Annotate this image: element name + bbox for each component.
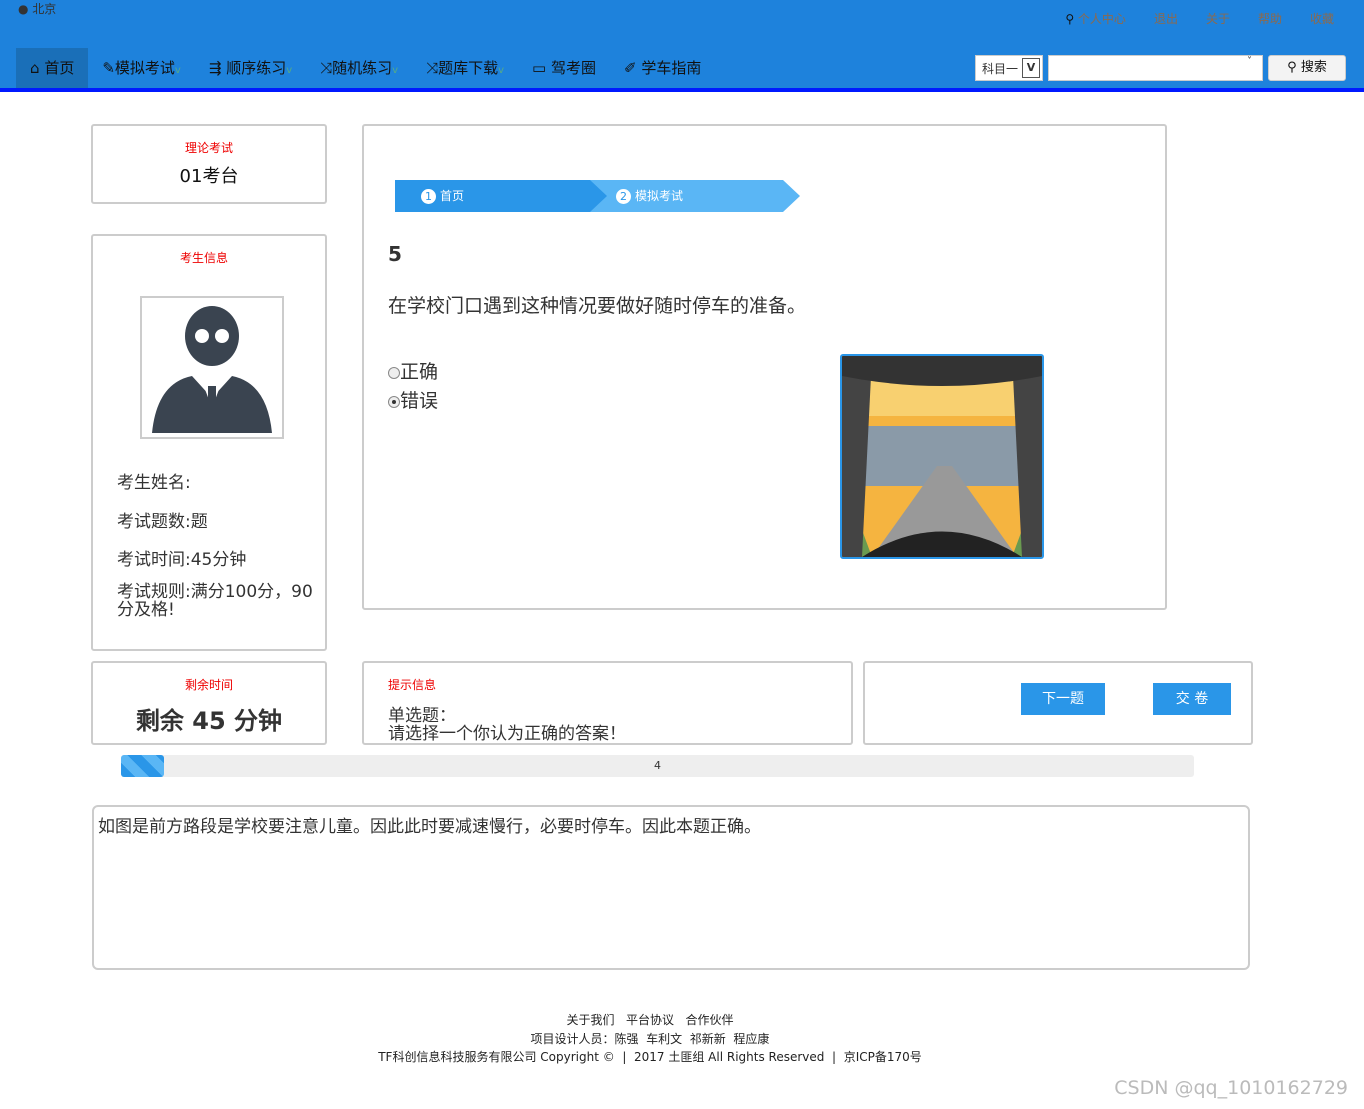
nav-label: 顺序练习 <box>226 59 287 77</box>
option-correct[interactable]: 正确 <box>388 357 438 384</box>
hint-title: 提示信息 <box>388 678 437 692</box>
nav-guide[interactable]: ✐ 学车指南 <box>610 48 715 88</box>
nav-label: 题库下载 <box>438 59 499 77</box>
leaf-icon: ✐ <box>624 59 637 77</box>
student-info-panel: 考生信息 考生姓名: 考试题数:题 考试时间:45分钟 考试规则:满分100分，… <box>91 234 327 651</box>
user-center-link[interactable]: ⚲ 个人中心 <box>1065 10 1126 27</box>
next-question-button[interactable]: 下一题 <box>1021 683 1105 715</box>
question-text: 在学校门口遇到这种情况要做好随时停车的准备。 <box>388 295 807 317</box>
shuffle-icon: ⤨ <box>320 59 333 77</box>
sort-icon: ⇶ <box>208 59 222 77</box>
explanation-textarea[interactable]: 如图是前方路段是学校要注意儿童。因此此时要减速慢行，必要时停车。因此本题正确。 <box>92 805 1250 970</box>
platform-agreement-link[interactable]: 平台协议 <box>626 1013 674 1027</box>
footer-designers: 项目设计人员：陈强 车利文 祁新新 程应康 <box>530 1032 770 1046</box>
footer-copyright: TF科创信息科技服务有限公司 Copyright © | 2017 土匪组 Al… <box>378 1050 922 1064</box>
help-link[interactable]: 帮助 <box>1258 10 1282 27</box>
option-label: 正确 <box>400 361 439 383</box>
subject-value: 科目一 <box>982 62 1019 76</box>
watermark: CSDN @qq_1010162729 <box>1114 1077 1348 1099</box>
nav-random[interactable]: ⤨随机练习v <box>306 48 412 88</box>
nav-label: 随机练习 <box>332 59 393 77</box>
timer-panel: 剩余时间 剩余 45 分钟 <box>91 661 327 745</box>
exam-type-label: 理论考试 <box>184 141 233 155</box>
question-image <box>840 354 1044 559</box>
pencil-icon: ✎ <box>102 59 115 77</box>
step-label: 模拟考试 <box>635 189 684 203</box>
nav-label: 首页 <box>44 59 75 77</box>
step-label: 首页 <box>440 189 465 203</box>
chevron-down-icon: v <box>174 65 181 76</box>
question-count: 考试题数:题 <box>117 512 208 532</box>
nav-sequential[interactable]: ⇶ 顺序练习v <box>195 48 306 88</box>
progress-label: 4 <box>654 759 661 772</box>
user-center-label: 个人中心 <box>1077 12 1126 26</box>
location-label: 北京 <box>32 2 57 16</box>
search-icon: ⚲ <box>1287 60 1297 75</box>
favorite-link[interactable]: 收藏 <box>1310 10 1334 27</box>
nav-label: 模拟考试 <box>114 59 175 77</box>
nav-underline <box>0 88 1364 92</box>
hint-panel: 提示信息 单选题： 请选择一个你认为正确的答案！ <box>362 661 853 745</box>
explanation-text: 如图是前方路段是学校要注意儿童。因此此时要减速慢行，必要时停车。因此本题正确。 <box>98 817 761 837</box>
hint-line1: 单选题： <box>388 706 456 726</box>
nav-mock-exam[interactable]: ✎模拟考试v <box>88 48 195 88</box>
student-info-title: 考生信息 <box>179 251 228 265</box>
chat-icon: ▭ <box>532 59 547 77</box>
chevron-down-icon: v <box>498 65 505 76</box>
chevron-down-icon: V <box>1022 58 1040 78</box>
exam-seat-panel: 理论考试 01考台 <box>91 124 327 204</box>
step-home[interactable]: 1 首页 <box>395 180 610 212</box>
chevron-down-icon: ˅ <box>1247 56 1252 67</box>
progress-bar: 4 <box>121 755 1194 777</box>
step-number: 2 <box>616 189 631 204</box>
shuffle-icon: ⤨ <box>426 59 439 77</box>
footer-links: 关于我们 平台协议 合作伙伴 <box>0 1011 1300 1028</box>
about-us-link[interactable]: 关于我们 <box>567 1013 615 1027</box>
search-button[interactable]: ⚲ 搜索 <box>1268 55 1346 81</box>
exam-time: 考试时间:45分钟 <box>117 550 247 570</box>
radio-button[interactable] <box>388 395 400 408</box>
nav-community[interactable]: ▭ 驾考圈 <box>518 48 610 88</box>
question-number: 5 <box>388 242 402 266</box>
about-link[interactable]: 关于 <box>1206 10 1230 27</box>
search-label: 搜索 <box>1300 60 1327 75</box>
timer-text: 剩余 45 分钟 <box>135 707 283 735</box>
avatar <box>140 296 284 439</box>
road-scene-image <box>842 356 1042 557</box>
option-wrong[interactable]: 错误 <box>388 386 438 413</box>
search-input[interactable]: ˅ <box>1048 55 1263 81</box>
option-label: 错误 <box>400 390 439 412</box>
logout-link[interactable]: 退出 <box>1154 10 1178 27</box>
chevron-down-icon: v <box>392 65 399 76</box>
submit-exam-button[interactable]: 交 卷 <box>1153 683 1231 715</box>
home-icon: ⌂ <box>30 59 40 77</box>
skull-avatar-icon <box>152 306 272 433</box>
hint-line2: 请选择一个你认为正确的答案！ <box>388 724 626 744</box>
top-links: ⚲ 个人中心 退出 关于 帮助 收藏 <box>1065 10 1334 27</box>
exam-seat: 01考台 <box>179 166 239 187</box>
chevron-down-icon: v <box>286 65 293 76</box>
nav-label: 学车指南 <box>641 59 702 77</box>
timer-title: 剩余时间 <box>184 678 233 692</box>
step-mock-exam[interactable]: 2 模拟考试 <box>590 180 800 212</box>
nav-label: 驾考圈 <box>551 59 597 77</box>
main-nav: ⌂ 首页 ✎模拟考试v ⇶ 顺序练习v ⤨随机练习v ⤨题库下载v ▭ 驾考圈 … <box>16 48 715 88</box>
nav-download[interactable]: ⤨题库下载v <box>412 48 518 88</box>
subject-select[interactable]: 科目一 V <box>975 55 1043 81</box>
partners-link[interactable]: 合作伙伴 <box>685 1013 733 1027</box>
exam-rule: 考试规则:满分100分，90分及格! <box>117 582 313 620</box>
header: ● 北京 ⚲ 个人中心 退出 关于 帮助 收藏 ⌂ 首页 ✎模拟考试v ⇶ 顺序… <box>0 0 1364 92</box>
step-number: 1 <box>421 189 436 204</box>
radio-button[interactable] <box>388 366 400 379</box>
location[interactable]: ● 北京 <box>18 0 56 17</box>
nav-home[interactable]: ⌂ 首页 <box>16 48 89 88</box>
student-name: 考生姓名: <box>117 473 191 493</box>
